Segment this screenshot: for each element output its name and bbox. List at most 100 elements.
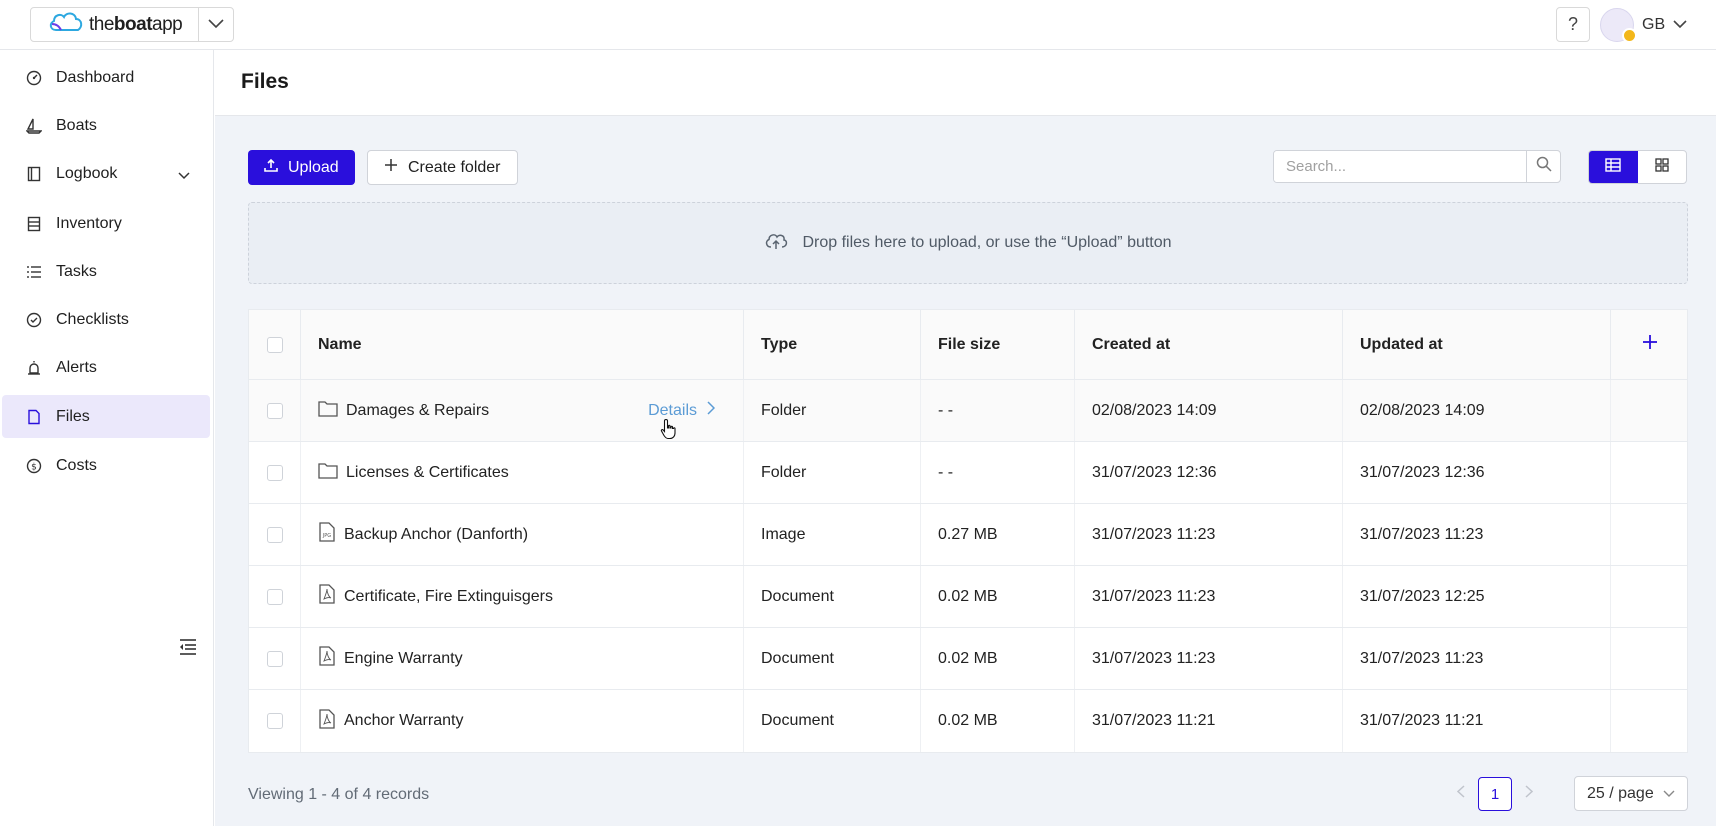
table-row[interactable]: Certificate, Fire Extinguisgers Document…	[249, 566, 1687, 628]
avatar[interactable]	[1600, 7, 1637, 43]
sidebar-item-alerts[interactable]: Alerts	[2, 346, 210, 389]
size-cell: 0.27 MB	[921, 504, 1075, 565]
file-name: Licenses & Certificates	[346, 463, 509, 481]
dollar-icon: $	[26, 458, 42, 474]
empty-cell	[1611, 690, 1689, 752]
search-box	[1273, 150, 1561, 183]
size-cell: 0.02 MB	[921, 566, 1075, 627]
search-button[interactable]	[1526, 151, 1560, 182]
name-cell[interactable]: JPG Backup Anchor (Danforth)	[301, 504, 744, 565]
select-all-checkbox[interactable]	[266, 336, 283, 353]
row-checkbox[interactable]	[266, 713, 283, 729]
sailboat-icon	[26, 118, 42, 134]
sidebar-item-label: Boats	[56, 116, 97, 134]
sidebar-item-logbook[interactable]: Logbook	[2, 152, 210, 195]
sidebar: Dashboard Boats Logbook Inventory Tasks …	[0, 50, 214, 826]
upload-button[interactable]: Upload	[248, 150, 355, 185]
name-cell[interactable]: Engine Warranty	[301, 628, 744, 689]
name-cell[interactable]: Anchor Warranty	[301, 690, 744, 752]
upload-dropzone[interactable]: Drop files here to upload, or use the “U…	[248, 202, 1688, 284]
column-header-created-at[interactable]: Created at	[1075, 310, 1343, 379]
file-name: Damages & Repairs	[346, 401, 490, 419]
sidebar-item-label: Logbook	[56, 164, 118, 182]
column-header-type[interactable]: Type	[744, 310, 921, 379]
sidebar-item-tasks[interactable]: Tasks	[2, 250, 210, 293]
column-header-name[interactable]: Name	[301, 310, 744, 379]
sidebar-item-label: Files	[56, 407, 90, 425]
table-row[interactable]: Damages & Repairs Details Folder - - 02/…	[249, 380, 1687, 442]
file-name: Backup Anchor (Danforth)	[344, 525, 529, 543]
table-row[interactable]: JPG Backup Anchor (Danforth) Image 0.27 …	[249, 504, 1687, 566]
table-view-button[interactable]	[1589, 151, 1638, 183]
sidebar-item-inventory[interactable]: Inventory	[2, 202, 210, 245]
svg-text:$: $	[31, 462, 37, 472]
sidebar-item-costs[interactable]: $ Costs	[2, 444, 210, 487]
file-name: Engine Warranty	[344, 649, 463, 667]
sidebar-item-label: Dashboard	[56, 68, 135, 86]
folder-icon	[318, 400, 338, 422]
search-icon	[1536, 156, 1552, 177]
add-column-button[interactable]	[1611, 310, 1689, 379]
updated-cell: 31/07/2023 11:21	[1343, 690, 1611, 752]
row-checkbox-cell	[249, 380, 301, 441]
row-checkbox[interactable]	[266, 464, 283, 481]
main-content: Files Upload Create folder Drop files he…	[215, 50, 1716, 826]
brand-switcher[interactable]: theboatapp	[30, 7, 234, 42]
name-cell[interactable]: Licenses & Certificates	[301, 442, 744, 503]
row-checkbox[interactable]	[266, 650, 283, 667]
type-cell: Document	[744, 628, 921, 689]
record-count: Viewing 1 - 4 of 4 records	[248, 786, 430, 803]
column-header-updated-at[interactable]: Updated at	[1343, 310, 1611, 379]
row-checkbox-cell	[249, 442, 301, 503]
brand-logo[interactable]: theboatapp	[31, 8, 198, 41]
grid-view-button[interactable]	[1638, 151, 1687, 183]
chevron-down-icon[interactable]	[178, 167, 190, 185]
empty-cell	[1611, 380, 1689, 441]
cloud-upload-icon	[764, 231, 788, 256]
table-row[interactable]: Engine Warranty Document 0.02 MB 31/07/2…	[249, 628, 1687, 690]
size-cell: 0.02 MB	[921, 690, 1075, 752]
user-menu[interactable]: GB	[1600, 7, 1687, 43]
page-header: Files	[215, 50, 1716, 116]
sidebar-item-checklists[interactable]: Checklists	[2, 298, 210, 341]
create-folder-button[interactable]: Create folder	[367, 150, 518, 185]
page-size-select[interactable]: 25 / page	[1574, 776, 1688, 811]
brand-dropdown-button[interactable]	[198, 8, 233, 41]
type-cell: Document	[744, 566, 921, 627]
search-input[interactable]	[1274, 151, 1526, 182]
next-page-button[interactable]	[1514, 777, 1544, 811]
plus-icon	[384, 158, 398, 177]
previous-page-button[interactable]	[1446, 777, 1476, 811]
pdf-file-icon	[318, 646, 336, 671]
updated-cell: 31/07/2023 11:23	[1343, 628, 1611, 689]
page-title: Files	[241, 70, 289, 93]
help-button[interactable]: ?	[1556, 7, 1590, 42]
created-cell: 31/07/2023 11:21	[1075, 690, 1343, 752]
table-row[interactable]: Anchor Warranty Document 0.02 MB 31/07/2…	[249, 690, 1687, 752]
sidebar-item-files[interactable]: Files	[2, 395, 210, 438]
created-cell: 02/08/2023 14:09	[1075, 380, 1343, 441]
table-row[interactable]: Licenses & Certificates Folder - - 31/07…	[249, 442, 1687, 504]
type-cell: Folder	[744, 442, 921, 503]
page-number-button[interactable]: 1	[1478, 777, 1512, 811]
sidebar-item-dashboard[interactable]: Dashboard	[2, 56, 210, 99]
sidebar-item-boats[interactable]: Boats	[2, 104, 210, 147]
image-file-icon: JPG	[318, 522, 336, 547]
sidebar-item-label: Tasks	[56, 262, 97, 280]
row-checkbox[interactable]	[266, 526, 283, 543]
name-cell[interactable]: Certificate, Fire Extinguisgers	[301, 566, 744, 627]
row-checkbox[interactable]	[266, 588, 283, 605]
brand-name: theboatapp	[89, 13, 183, 35]
created-cell: 31/07/2023 11:23	[1075, 628, 1343, 689]
details-link[interactable]: Details	[648, 380, 716, 441]
pdf-file-icon	[318, 584, 336, 609]
row-checkbox[interactable]	[266, 402, 283, 419]
dropzone-text: Drop files here to upload, or use the “U…	[802, 234, 1172, 251]
file-icon	[26, 409, 42, 425]
view-toggle	[1588, 150, 1687, 184]
sidebar-item-label: Costs	[56, 456, 97, 474]
collapse-sidebar-button[interactable]	[178, 638, 198, 661]
cloud-icon	[47, 10, 85, 39]
empty-cell	[1611, 442, 1689, 503]
column-header-file-size[interactable]: File size	[921, 310, 1075, 379]
